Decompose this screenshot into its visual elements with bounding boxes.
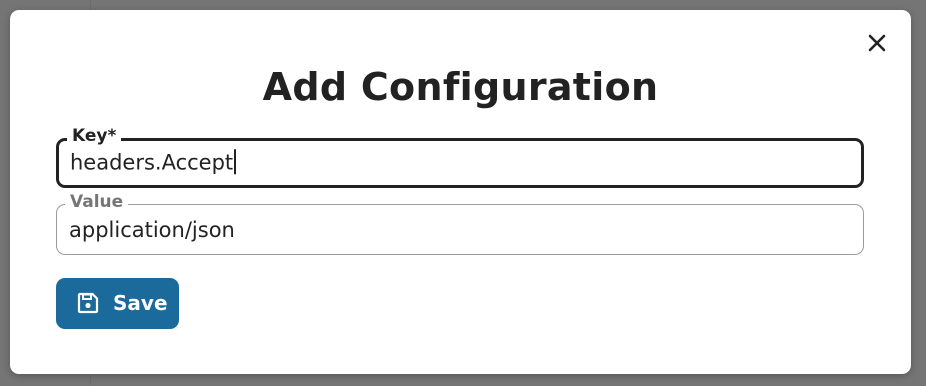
value-field[interactable]: Value application/json [56,191,864,255]
value-input-text[interactable]: application/json [69,218,235,242]
key-input-value: headers.Accept [70,150,234,175]
save-button-label: Save [113,291,168,315]
value-field-label: Value [65,191,129,213]
close-button[interactable] [864,30,890,56]
floppy-disk-icon [76,291,100,315]
text-caret [234,148,236,174]
save-button[interactable]: Save [56,278,179,329]
add-configuration-dialog: Add Configuration Key* headers.Accept Va… [10,10,911,374]
dialog-title: Add Configuration [262,65,659,109]
key-field-label: Key* [67,125,122,147]
key-input-text[interactable]: headers.Accept [70,148,236,176]
close-icon [868,34,886,52]
key-field[interactable]: Key* headers.Accept [56,125,864,188]
